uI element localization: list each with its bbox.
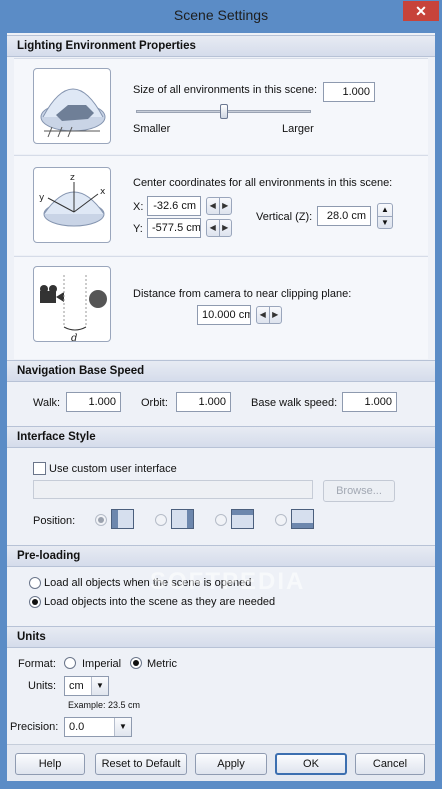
arrow-up-icon[interactable]: ▲ (378, 204, 392, 216)
center-label: Center coordinates for all environments … (133, 177, 393, 189)
x-label: X: (133, 201, 144, 213)
preload-needed-radio[interactable] (29, 596, 41, 608)
arrow-right-icon[interactable]: ▶ (268, 307, 282, 323)
arrow-left-icon[interactable]: ◀ (207, 220, 219, 236)
size-input[interactable]: 1.000 (323, 82, 375, 102)
orbit-label: Orbit: (141, 397, 168, 409)
units-label: Units: (28, 680, 57, 692)
precision-dropdown[interactable]: 0.0 ▼ (64, 717, 132, 737)
vertical-stepper[interactable]: ▲ ▼ (377, 203, 393, 229)
units-value: cm (69, 680, 84, 692)
arrow-right-icon[interactable]: ▶ (218, 220, 232, 236)
y-stepper[interactable]: ◀ ▶ (206, 219, 232, 237)
custom-ui-label: Use custom user interface (49, 463, 177, 475)
precision-label: Precision: (10, 721, 59, 733)
apply-button[interactable]: Apply (195, 753, 267, 775)
vertical-input[interactable]: 28.0 cm (317, 206, 371, 226)
x-stepper[interactable]: ◀ ▶ (206, 197, 232, 215)
orbit-input[interactable]: 1.000 (176, 392, 231, 412)
precision-value: 0.0 (69, 721, 85, 733)
section-header-units: Units (7, 626, 435, 648)
clip-label: Distance from camera to near clipping pl… (133, 288, 352, 300)
vertical-label: Vertical (Z): (256, 211, 313, 223)
x-input[interactable]: -32.6 cm (147, 196, 201, 216)
section-header-preloading: Pre-loading (7, 545, 435, 567)
units-dropdown[interactable]: cm ▼ (64, 676, 109, 696)
imperial-radio[interactable] (64, 657, 76, 669)
base-walk-label: Base walk speed: (251, 397, 338, 409)
position-right-radio[interactable] (155, 514, 167, 526)
clipping-plane-illustration: d (33, 266, 111, 342)
position-bottom-radio[interactable] (275, 514, 287, 526)
layout-left-icon (111, 509, 134, 529)
chevron-down-icon[interactable]: ▼ (91, 677, 108, 695)
section-header-interface: Interface Style (7, 426, 435, 448)
watermark: SOFTPEDIA (150, 568, 306, 595)
position-top-radio[interactable] (215, 514, 227, 526)
walk-input[interactable]: 1.000 (66, 392, 121, 412)
clip-stepper[interactable]: ◀ ▶ (256, 306, 282, 324)
arrow-right-icon[interactable]: ▶ (218, 198, 232, 214)
base-walk-input[interactable]: 1.000 (342, 392, 397, 412)
window-title: Scene Settings (173, 7, 269, 23)
slider-max-label: Larger (282, 123, 314, 135)
section-header-navigation: Navigation Base Speed (7, 360, 435, 382)
environment-size-illustration (33, 68, 111, 144)
layout-right-icon (171, 509, 194, 529)
layout-bottom-icon (291, 509, 314, 529)
slider-min-label: Smaller (133, 123, 171, 135)
size-slider-thumb[interactable] (219, 104, 228, 119)
imperial-label: Imperial (82, 658, 122, 670)
position-label: Position: (33, 515, 76, 527)
arrow-down-icon[interactable]: ▼ (378, 216, 392, 228)
y-label: Y: (133, 223, 143, 235)
metric-radio[interactable] (130, 657, 142, 669)
custom-ui-checkbox[interactable] (33, 462, 46, 475)
svg-text:d: d (71, 333, 77, 342)
close-button[interactable]: ✕ (403, 1, 439, 21)
center-coordinates-illustration: z y x (33, 167, 111, 243)
svg-text:x: x (100, 187, 106, 197)
preload-all-radio[interactable] (29, 577, 41, 589)
clip-input[interactable]: 10.000 cm (197, 305, 251, 325)
format-label: Format: (18, 658, 56, 670)
preload-needed-label: Load objects into the scene as they are … (44, 596, 276, 608)
custom-ui-path-input[interactable] (33, 480, 313, 499)
size-label: Size of all environments in this scene: (133, 84, 318, 96)
y-input[interactable]: -577.5 cm (147, 218, 201, 238)
reset-default-button[interactable]: Reset to Default (95, 753, 187, 775)
units-example: Example: 23.5 cm (68, 700, 141, 710)
arrow-left-icon[interactable]: ◀ (207, 198, 219, 214)
section-header-lighting: Lighting Environment Properties (7, 35, 435, 57)
metric-label: Metric (147, 658, 177, 670)
position-left-radio[interactable] (95, 514, 107, 526)
cancel-button[interactable]: Cancel (355, 753, 425, 775)
arrow-left-icon[interactable]: ◀ (257, 307, 269, 323)
chevron-down-icon[interactable]: ▼ (114, 718, 131, 736)
ok-button[interactable]: OK (275, 753, 347, 775)
help-button[interactable]: Help (15, 753, 85, 775)
svg-text:z: z (70, 173, 75, 183)
svg-text:y: y (39, 193, 45, 203)
layout-top-icon (231, 509, 254, 529)
browse-button[interactable]: Browse... (323, 480, 395, 502)
walk-label: Walk: (33, 397, 61, 409)
